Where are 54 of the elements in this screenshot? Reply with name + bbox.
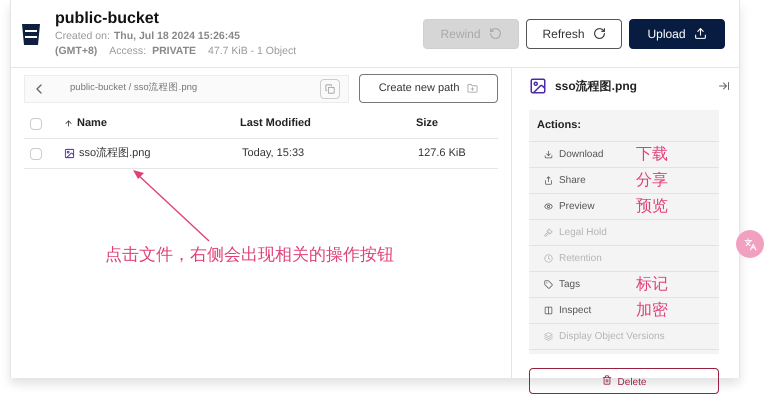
row-checkbox[interactable] xyxy=(30,148,42,160)
delete-button[interactable]: Delete xyxy=(529,368,719,394)
bucket-title: public-bucket xyxy=(55,8,160,28)
annotation-note: 预览 xyxy=(636,196,668,216)
created-date: Thu, Jul 18 2024 15:26:45 xyxy=(114,28,240,44)
folder-plus-icon xyxy=(467,83,478,94)
upload-icon xyxy=(694,27,707,40)
access-label: Access: xyxy=(109,44,146,58)
table-cell-text: 127.6 KiB xyxy=(418,146,466,162)
trash-icon xyxy=(602,375,612,385)
download-icon xyxy=(544,150,553,159)
bucket-icon xyxy=(21,22,41,46)
action-item[interactable]: Download xyxy=(544,147,604,162)
annotation-note: 分享 xyxy=(636,170,668,190)
rewind-icon xyxy=(488,27,502,40)
clock-icon xyxy=(544,254,553,263)
annotation-note: 标记 xyxy=(636,274,668,294)
usage-summary: 47.7 KiB - 1 Object xyxy=(208,44,296,58)
timezone: (GMT+8) xyxy=(55,44,98,58)
column-header[interactable]: Size xyxy=(416,115,438,132)
action-item[interactable]: Share xyxy=(544,173,586,188)
image-file-icon xyxy=(64,148,75,159)
created-label: Created on: xyxy=(55,28,110,44)
column-header[interactable]: Last Modified xyxy=(240,115,416,132)
inspect-icon xyxy=(544,306,553,315)
action-item[interactable]: Preview xyxy=(544,199,595,214)
annotation-note: 下载 xyxy=(636,144,668,164)
tag-icon xyxy=(544,280,553,289)
copy-path-button[interactable] xyxy=(320,78,340,98)
image-file-icon xyxy=(529,77,547,95)
action-item[interactable]: Inspect xyxy=(544,303,592,318)
upload-button[interactable]: Upload xyxy=(629,18,725,48)
actions-title: Actions: xyxy=(529,110,719,142)
create-path-button[interactable]: Create new path xyxy=(359,74,498,103)
eye-icon xyxy=(544,202,553,211)
annotation-note: 加密 xyxy=(636,300,668,320)
share-icon xyxy=(544,176,553,185)
table-cell-text: Today, 15:33 xyxy=(242,146,306,162)
gavel-icon xyxy=(544,228,553,237)
copy-icon xyxy=(325,84,336,94)
collapse-panel-icon[interactable] xyxy=(718,80,730,92)
translate-icon[interactable] xyxy=(736,230,764,258)
column-header[interactable]: Name xyxy=(77,115,240,132)
refresh-button[interactable]: Refresh xyxy=(526,18,622,48)
sort-arrow-icon[interactable] xyxy=(64,119,73,128)
annotation-text: 点击文件，右侧会出现相关的操作按钮 xyxy=(105,244,394,266)
layers-icon xyxy=(544,332,553,341)
action-item[interactable]: Tags xyxy=(544,277,580,292)
access-value: PRIVATE xyxy=(152,44,196,58)
refresh-icon xyxy=(592,27,606,40)
path-text: public-bucket / sso流程图.png xyxy=(70,81,198,96)
select-all-checkbox[interactable] xyxy=(30,118,42,130)
file-name[interactable]: sso流程图.png xyxy=(79,145,242,162)
panel-file-name: sso流程图.png xyxy=(555,78,638,95)
